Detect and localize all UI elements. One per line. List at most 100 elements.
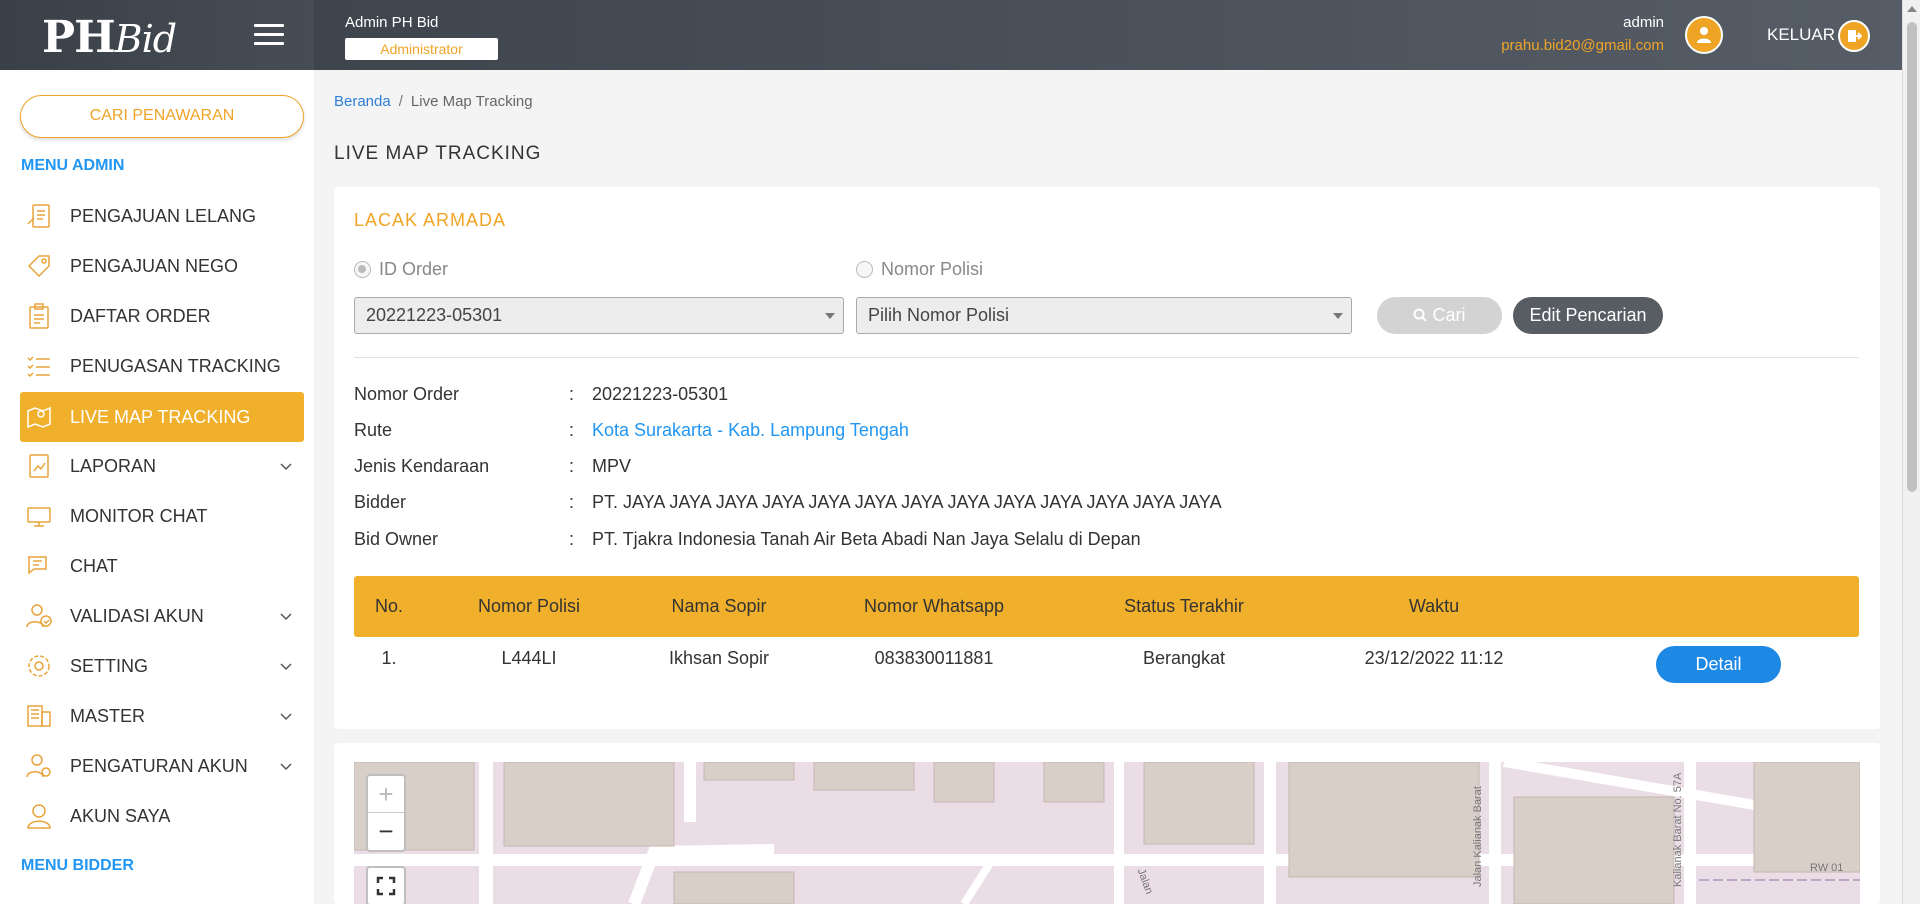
info-colon: : <box>569 492 575 512</box>
order-id-select[interactable]: 20221223-05301 <box>354 297 844 334</box>
gear-icon <box>22 651 56 681</box>
order-id-select-value: 20221223-05301 <box>366 305 503 325</box>
chat-icon <box>22 551 56 581</box>
bidder-menu-heading: MENU BIDDER <box>21 857 134 874</box>
radio-indicator <box>856 261 873 278</box>
sidebar-item-setting[interactable]: SETTING <box>20 643 304 689</box>
page-scrollbar[interactable] <box>1902 0 1920 904</box>
zoom-out-button[interactable]: − <box>368 813 404 850</box>
plate-number-select[interactable]: Pilih Nomor Polisi <box>856 297 1352 334</box>
breadcrumb-separator: / <box>398 93 403 110</box>
top-bar: PHBid Admin PH Bid Administrator admin p… <box>0 0 1902 70</box>
info-key: Bid Owner <box>354 529 439 549</box>
sidebar-item-live-map-tracking[interactable]: LIVE MAP TRACKING <box>20 392 304 442</box>
logo-text: PH <box>42 12 116 63</box>
tag-icon <box>22 251 56 281</box>
avatar-icon[interactable] <box>1685 16 1723 54</box>
user-icon <box>22 801 56 831</box>
tracking-card: LACAK ARMADA ID Order Nomor Polisi 20221… <box>334 187 1880 729</box>
menu-toggle-button[interactable] <box>254 24 284 46</box>
info-colon: : <box>569 456 575 476</box>
scroll-up-arrow-icon[interactable] <box>1907 6 1917 12</box>
role-badge: Administrator <box>345 38 498 60</box>
chevron-down-icon <box>280 613 292 621</box>
column-header-time: Waktu <box>1408 596 1460 616</box>
database-icon <box>22 701 56 731</box>
fullscreen-button[interactable] <box>366 866 406 904</box>
logout-icon[interactable] <box>1838 20 1870 52</box>
breadcrumb: Beranda / Live Map Tracking <box>334 93 533 110</box>
sidebar-item-label: CHAT <box>70 555 118 576</box>
account-info[interactable]: admin prahu.bid20@gmail.com <box>1501 14 1664 54</box>
chevron-down-icon <box>280 713 292 721</box>
table-row: 1. L444LI Ikhsan Sopir 083830011881 Bera… <box>354 637 1859 695</box>
cell-status: Berangkat <box>1142 648 1226 668</box>
info-value: PT. JAYA JAYA JAYA JAYA JAYA JAYA JAYA J… <box>592 492 1222 512</box>
map-pin-icon <box>22 402 56 432</box>
cell-driver: Ikhsan Sopir <box>668 648 770 668</box>
info-value: PT. Tjakra Indonesia Tanah Air Beta Abad… <box>592 529 1141 549</box>
auction-icon <box>22 201 56 231</box>
checklist-icon <box>22 351 56 381</box>
current-user-name: Admin PH Bid <box>345 14 439 31</box>
info-value: 20221223-05301 <box>592 384 729 404</box>
sidebar-item-label: PENUGASAN TRACKING <box>70 355 281 376</box>
column-header-plate: Nomor Polisi <box>477 596 581 616</box>
zoom-in-button[interactable]: + <box>368 776 404 813</box>
info-colon: : <box>569 384 575 404</box>
radio-nomor-polisi[interactable]: Nomor Polisi <box>856 259 983 280</box>
fullscreen-icon <box>376 876 396 896</box>
area-label: RW 01 <box>1810 862 1844 874</box>
app-logo[interactable]: PHBid <box>42 12 177 63</box>
scrollbar-thumb[interactable] <box>1907 22 1917 492</box>
search-button-label: Cari <box>1432 305 1466 325</box>
search-button[interactable]: Cari <box>1377 297 1502 334</box>
sidebar-item-akun-saya[interactable]: AKUN SAYA <box>20 793 304 839</box>
info-key: Rute <box>354 420 393 440</box>
monitor-chat-icon <box>22 501 56 531</box>
logo-area: PHBid <box>0 0 314 70</box>
info-key: Jenis Kendaraan <box>354 456 490 476</box>
sidebar-item-label: PENGAJUAN NEGO <box>70 255 239 276</box>
info-colon: : <box>569 529 575 549</box>
cell-no: 1. <box>381 648 397 668</box>
sidebar-item-label: VALIDASI AKUN <box>70 605 204 626</box>
sidebar-item-daftar-order[interactable]: DAFTAR ORDER <box>20 293 304 339</box>
live-map[interactable]: Jalan Kalianak Barat Kalianak Barat No. … <box>354 762 1860 904</box>
sidebar-item-label: PENGAJUAN LELANG <box>70 205 257 226</box>
info-colon: : <box>569 420 575 440</box>
route-link[interactable]: Kota Surakarta - Kab. Lampung Tengah <box>592 420 909 441</box>
chevron-down-icon <box>280 763 292 771</box>
user-gear-icon <box>22 751 56 781</box>
logout-button[interactable]: KELUAR <box>1767 25 1835 45</box>
sidebar-item-pengajuan-nego[interactable]: PENGAJUAN NEGO <box>20 243 304 289</box>
sidebar-item-pengaturan-akun[interactable]: PENGATURAN AKUN <box>20 743 304 789</box>
sidebar-item-label: LAPORAN <box>70 455 157 476</box>
info-value: MPV <box>592 456 632 476</box>
detail-button[interactable]: Detail <box>1656 646 1781 683</box>
street-label: Jalan Kalianak Barat <box>1472 786 1484 887</box>
hamburger-icon-line <box>254 33 284 36</box>
column-header-no: No. <box>374 596 403 616</box>
edit-search-button[interactable]: Edit Pencarian <box>1513 297 1663 334</box>
account-email: prahu.bid20@gmail.com <box>1501 37 1664 54</box>
cell-plate: L444LI <box>501 648 557 668</box>
sidebar-item-validasi-akun[interactable]: VALIDASI AKUN <box>20 593 304 639</box>
search-offer-button[interactable]: CARI PENAWARAN <box>20 95 304 138</box>
sidebar-item-monitor-chat[interactable]: MONITOR CHAT <box>20 493 304 539</box>
info-key: Bidder <box>354 492 407 512</box>
sidebar-item-pengajuan-lelang[interactable]: PENGAJUAN LELANG <box>20 193 304 239</box>
sidebar-item-label: DAFTAR ORDER <box>70 305 211 326</box>
zoom-control: + − <box>366 774 406 852</box>
map-tiles <box>354 762 1860 904</box>
chevron-down-icon <box>280 463 292 471</box>
cell-whatsapp: 083830011881 <box>874 648 994 668</box>
sidebar-item-penugasan-tracking[interactable]: PENUGASAN TRACKING <box>20 343 304 389</box>
table-header: No. Nomor Polisi Nama Sopir Nomor Whatsa… <box>354 576 1859 637</box>
sidebar-item-chat[interactable]: CHAT <box>20 543 304 589</box>
sidebar-item-master[interactable]: MASTER <box>20 693 304 739</box>
sidebar-item-laporan[interactable]: LAPORAN <box>20 443 304 489</box>
breadcrumb-home-link[interactable]: Beranda <box>334 93 391 110</box>
radio-id-order[interactable]: ID Order <box>354 259 448 280</box>
admin-menu-heading: MENU ADMIN <box>21 157 125 174</box>
